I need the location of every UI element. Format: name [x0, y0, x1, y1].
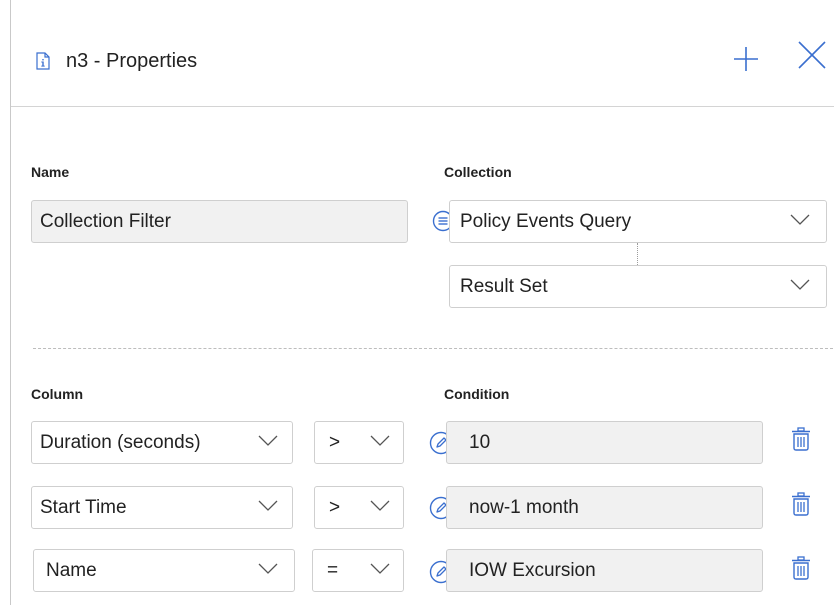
filter-operator-dropdown-1[interactable]: > [314, 421, 404, 464]
result-set-dropdown-value: Result Set [460, 275, 548, 297]
chevron-down-icon [258, 435, 278, 446]
trash-icon[interactable] [791, 492, 811, 521]
section-divider [33, 348, 833, 349]
chevron-down-icon [370, 435, 390, 446]
filter-operator-value: > [329, 496, 341, 518]
panel-header: n3 - Properties [11, 0, 834, 107]
trash-icon[interactable] [791, 556, 811, 585]
chevron-down-icon [258, 563, 278, 574]
add-button[interactable] [733, 46, 759, 77]
document-info-icon [36, 52, 50, 75]
properties-panel: n3 - Properties Name Collection Collecti… [10, 0, 834, 605]
close-button[interactable] [797, 40, 827, 75]
name-field[interactable]: Collection Filter [31, 200, 408, 243]
close-icon [798, 41, 826, 69]
filter-condition-field-1[interactable]: 10 [446, 421, 763, 464]
filter-condition-field-3[interactable]: IOW Excursion [446, 549, 763, 592]
column-label: Column [31, 386, 84, 402]
filter-column-value: Name [46, 559, 97, 581]
chevron-down-icon [370, 563, 390, 574]
trash-icon[interactable] [791, 427, 811, 456]
result-set-dropdown[interactable]: Result Set [449, 265, 827, 308]
filter-column-dropdown-3[interactable]: Name [33, 549, 295, 592]
connector-line [637, 243, 638, 265]
filter-condition-field-2[interactable]: now-1 month [446, 486, 763, 529]
filter-condition-value: now-1 month [469, 496, 579, 518]
name-label: Name [31, 164, 70, 180]
chevron-down-icon [790, 214, 810, 225]
filter-column-dropdown-1[interactable]: Duration (seconds) [31, 421, 293, 464]
filter-operator-dropdown-2[interactable]: > [314, 486, 404, 529]
filter-operator-value: > [329, 431, 341, 453]
filter-condition-value: 10 [469, 431, 491, 453]
collection-dropdown-value: Policy Events Query [460, 210, 632, 232]
filter-column-dropdown-2[interactable]: Start Time [31, 486, 293, 529]
filter-column-value: Start Time [40, 496, 127, 518]
plus-icon [734, 47, 758, 71]
filter-operator-value: = [327, 559, 339, 581]
panel-title: n3 - Properties [66, 50, 198, 72]
condition-label: Condition [444, 386, 510, 402]
chevron-down-icon [790, 279, 810, 290]
chevron-down-icon [370, 500, 390, 511]
filter-column-value: Duration (seconds) [40, 431, 201, 453]
chevron-down-icon [258, 500, 278, 511]
filter-operator-dropdown-3[interactable]: = [312, 549, 404, 592]
collection-label: Collection [444, 164, 512, 180]
collection-dropdown[interactable]: Policy Events Query [449, 200, 827, 243]
filter-condition-value: IOW Excursion [469, 559, 596, 581]
name-field-value: Collection Filter [40, 210, 171, 232]
